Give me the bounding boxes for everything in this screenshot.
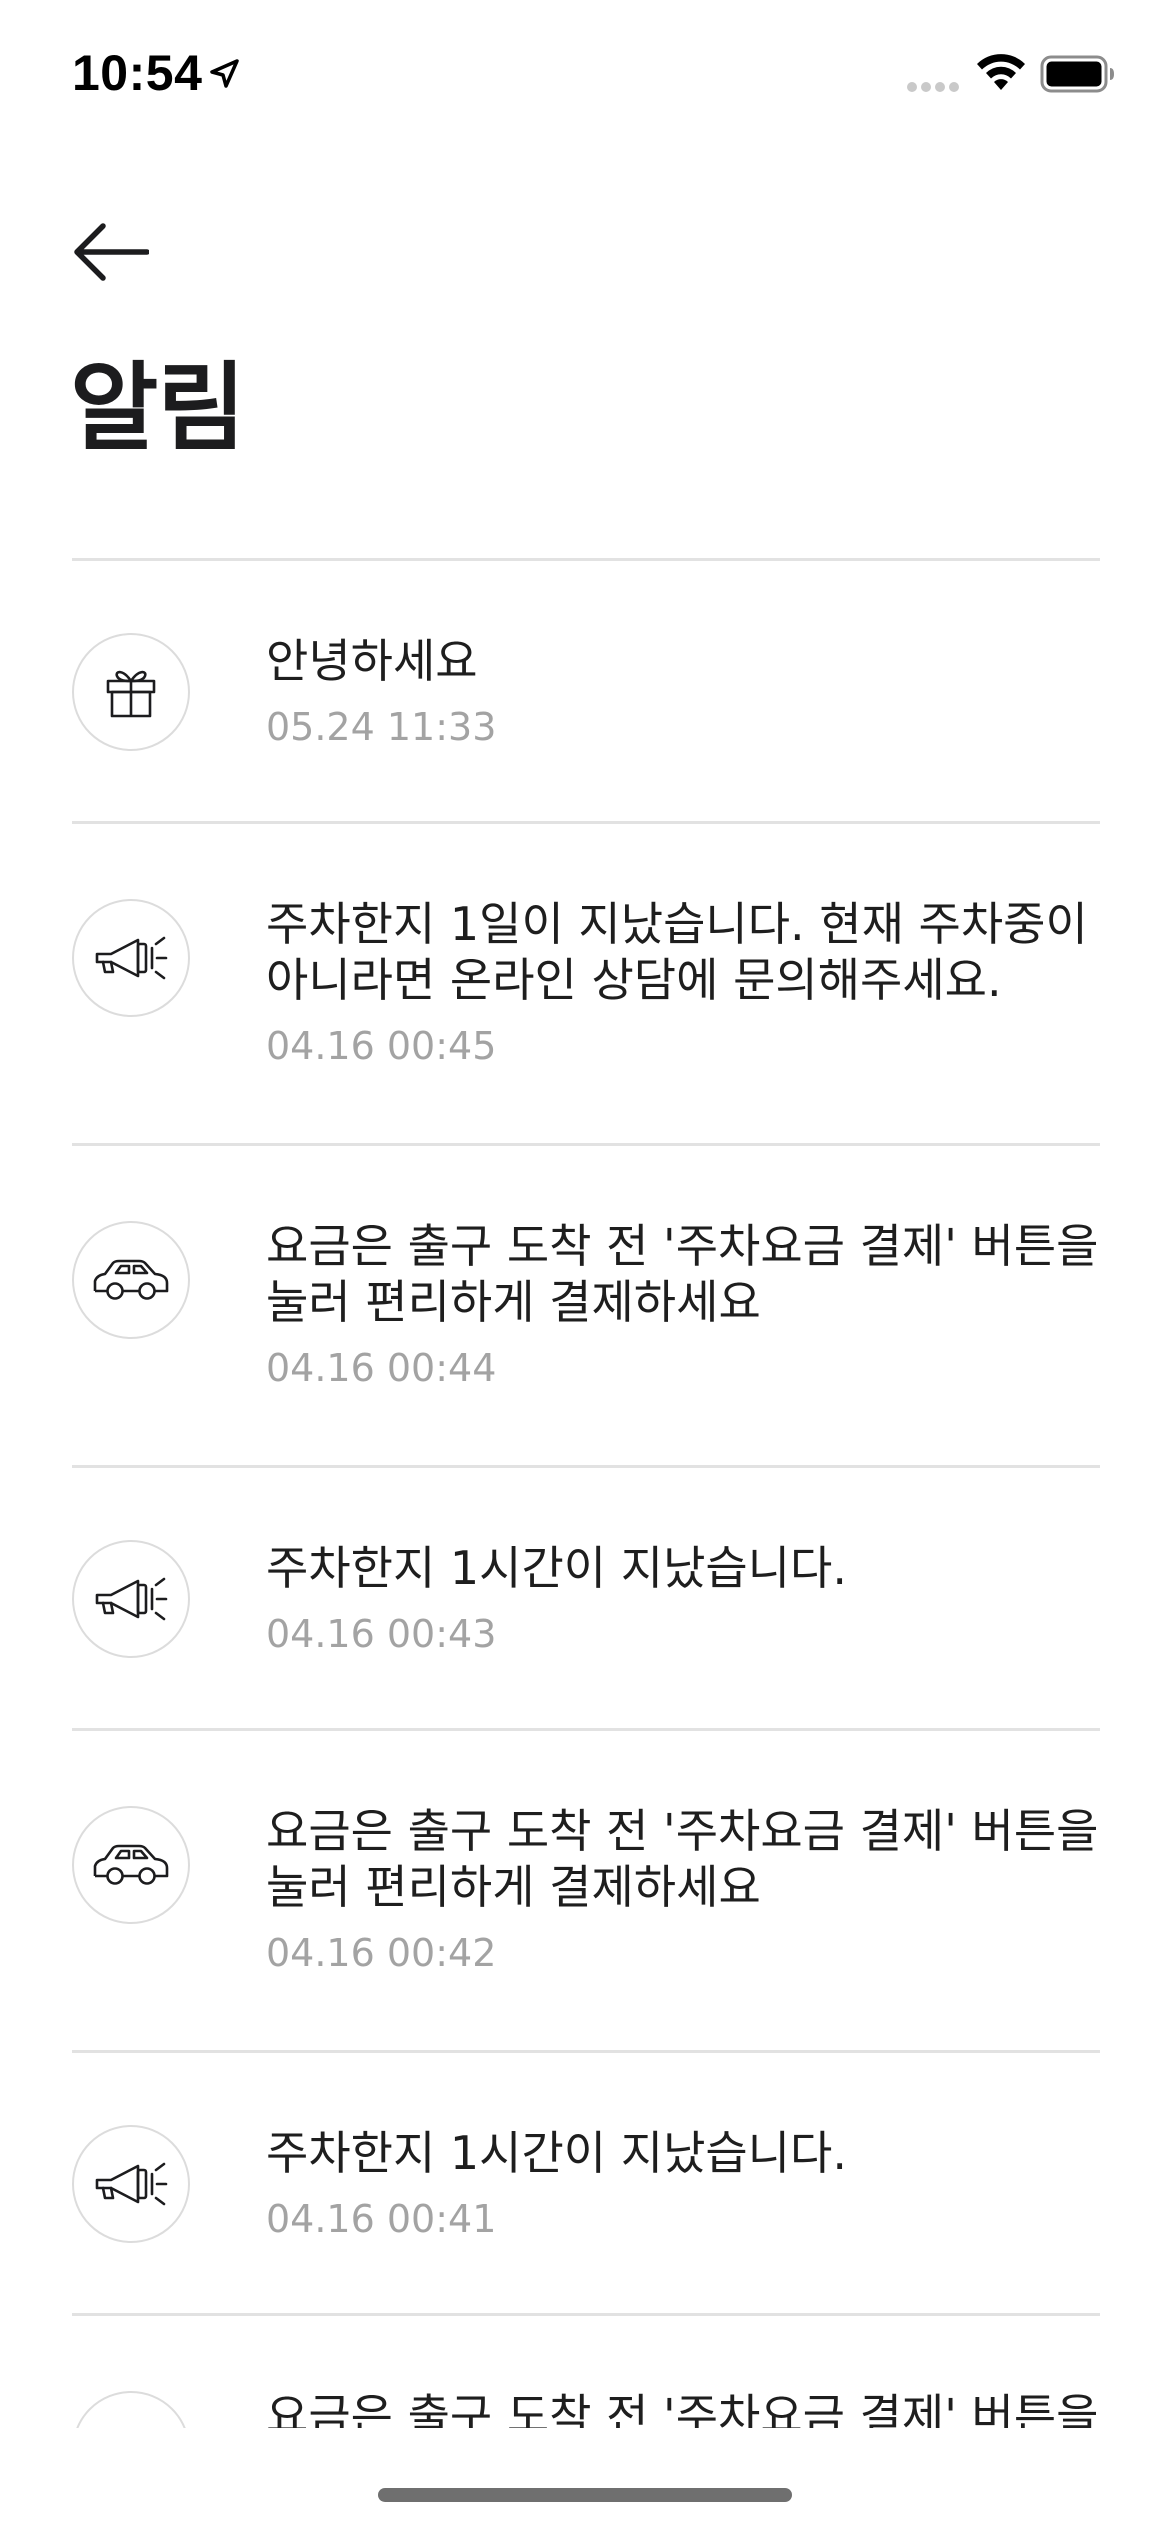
notification-item[interactable]: 요금은 출구 도착 전 '주차요금 결제' 버튼을 눌러 편리하게 결제하세요 … bbox=[72, 1731, 1100, 2053]
car-icon bbox=[93, 1844, 169, 1885]
location-arrow-icon bbox=[210, 59, 239, 88]
notification-date: 04.16 00:43 bbox=[266, 1612, 497, 1656]
car-icon bbox=[91, 2427, 171, 2428]
page-title: 알림 bbox=[70, 352, 246, 464]
notification-icon-badge bbox=[72, 2391, 190, 2428]
status-bar: 10:54 bbox=[0, 0, 1170, 140]
notification-icon-badge bbox=[72, 899, 190, 1017]
notification-icon-badge bbox=[72, 1221, 190, 1339]
notification-title: 안녕하세요 bbox=[266, 634, 478, 688]
notification-title: 요금은 출구 도착 전 '주차요금 결제' 버튼을 눌러 편리하게 결제하세요 bbox=[266, 1804, 1099, 1914]
notification-date: 05.24 11:33 bbox=[266, 705, 497, 749]
notification-item[interactable]: 주차한지 1일이 지났습니다. 현재 주차중이 아니라면 온라인 상담에 문의해… bbox=[72, 824, 1100, 1146]
wifi-icon bbox=[977, 54, 1025, 90]
notification-title: 요금은 출구 도착 전 '주차요금 결제' 버튼을 눌러 편리하게 결제하세요 bbox=[266, 2389, 1099, 2428]
notification-item[interactable]: 요금은 출구 도착 전 '주차요금 결제' 버튼을 눌러 편리하게 결제하세요 … bbox=[72, 1146, 1100, 1468]
car-icon bbox=[93, 1259, 169, 1300]
notification-icon-badge bbox=[72, 633, 190, 751]
home-indicator[interactable] bbox=[378, 2488, 792, 2502]
notification-date: 04.16 00:42 bbox=[266, 1931, 497, 1975]
notification-title: 주차한지 1일이 지났습니다. 현재 주차중이 아니라면 온라인 상담에 문의해… bbox=[266, 897, 1088, 1007]
back-button[interactable] bbox=[64, 216, 156, 288]
notification-icon-badge bbox=[72, 2125, 190, 2243]
battery-icon bbox=[1040, 55, 1114, 93]
notification-date: 04.16 00:41 bbox=[266, 2197, 497, 2241]
notification-title: 요금은 출구 도착 전 '주차요금 결제' 버튼을 눌러 편리하게 결제하세요 bbox=[266, 1219, 1099, 1329]
megaphone-icon bbox=[95, 1577, 168, 1621]
notification-title: 주차한지 1시간이 지났습니다. bbox=[266, 2126, 847, 2180]
notification-date: 04.16 00:45 bbox=[266, 1024, 497, 1068]
megaphone-icon bbox=[95, 2162, 168, 2206]
arrow-left-icon bbox=[74, 223, 149, 281]
status-time: 10:54 bbox=[72, 45, 203, 101]
notification-item[interactable]: 안녕하세요 05.24 11:33 bbox=[72, 561, 1100, 824]
notification-item[interactable]: 요금은 출구 도착 전 '주차요금 결제' 버튼을 눌러 편리하게 결제하세요 bbox=[72, 2316, 1100, 2428]
notification-list[interactable]: 안녕하세요 05.24 11:33 주차한지 1일이 지났습니다. 현재 주차중… bbox=[72, 558, 1100, 2428]
gift-icon bbox=[106, 670, 156, 718]
notification-item[interactable]: 주차한지 1시간이 지났습니다. 04.16 00:41 bbox=[72, 2053, 1100, 2316]
cellular-signal-icon bbox=[907, 82, 959, 92]
notification-item[interactable]: 주차한지 1시간이 지났습니다. 04.16 00:43 bbox=[72, 1468, 1100, 1731]
notification-icon-badge bbox=[72, 1540, 190, 1658]
notification-date: 04.16 00:44 bbox=[266, 1346, 497, 1390]
megaphone-icon bbox=[95, 936, 168, 980]
notification-icon-badge bbox=[72, 1806, 190, 1924]
notification-title: 주차한지 1시간이 지났습니다. bbox=[266, 1541, 847, 1595]
